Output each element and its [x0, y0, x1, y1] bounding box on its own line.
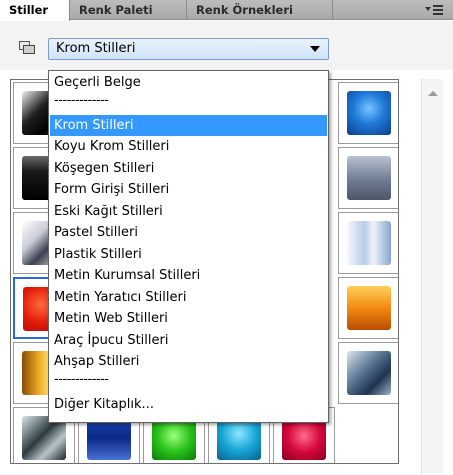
dropdown-option[interactable]: Koyu Krom Stilleri — [50, 136, 327, 157]
panel-menu-icon[interactable] — [425, 3, 447, 17]
dropdown-option[interactable]: Köşegen Stilleri — [50, 158, 327, 179]
dropdown-option[interactable]: Metin Web Stilleri — [50, 308, 327, 329]
tab-renk-ornekleri[interactable]: Renk Örnekleri — [187, 0, 333, 20]
dropdown-separator: ------------- — [54, 92, 109, 108]
style-swatch-dark-steel — [347, 351, 391, 395]
style-library-select-value: Krom Stilleri — [56, 41, 136, 56]
style-cell[interactable] — [338, 212, 398, 274]
dropdown-option[interactable]: Metin Yaratıcı Stilleri — [50, 287, 327, 308]
dropdown-option[interactable]: Plastik Stilleri — [50, 244, 327, 265]
style-cell[interactable] — [338, 342, 398, 404]
style-swatch-pale-blue — [347, 221, 391, 265]
scroll-up-arrow-icon[interactable] — [428, 91, 438, 96]
style-swatch-steel-gray — [347, 156, 391, 200]
style-swatch-blue-square — [347, 91, 391, 135]
dropdown-option[interactable]: Eski Kağıt Stilleri — [50, 201, 327, 222]
dropdown-option[interactable]: Pastel Stilleri — [50, 222, 327, 243]
chevron-down-icon[interactable] — [310, 46, 320, 52]
tab-renk-paleti[interactable]: Renk Paleti — [70, 0, 187, 20]
style-toolbar: Krom Stilleri — [0, 21, 453, 70]
dropdown-option[interactable]: Araç İpucu Stilleri — [50, 330, 327, 351]
dropdown-option[interactable]: Krom Stilleri — [50, 114, 327, 136]
dropdown-option[interactable]: Ahşap Stilleri — [50, 351, 327, 372]
style-swatch-orange — [347, 286, 391, 330]
style-library-select[interactable]: Krom Stilleri — [48, 38, 329, 60]
tab-stiller[interactable]: Stiller — [0, 0, 70, 21]
dropdown-option[interactable]: Geçerli Belge — [50, 72, 327, 93]
grid-scrollbar[interactable] — [421, 79, 443, 474]
style-library-dropdown: Geçerli Belge ------------- Krom Stilleri K… — [48, 70, 329, 423]
dropdown-option[interactable]: Metin Kurumsal Stilleri — [50, 265, 327, 286]
style-cell[interactable] — [338, 277, 398, 339]
dropdown-option[interactable]: Form Girişi Stilleri — [50, 179, 327, 200]
dropdown-option[interactable]: Diğer Kitaplık... — [50, 394, 327, 415]
style-library-icon — [19, 41, 36, 55]
style-cell[interactable] — [338, 82, 398, 144]
style-cell[interactable] — [338, 147, 398, 209]
dropdown-separator: ------------- — [54, 371, 109, 387]
panel-tab-bar: Stiller Renk Paleti Renk Örnekleri — [0, 0, 453, 21]
